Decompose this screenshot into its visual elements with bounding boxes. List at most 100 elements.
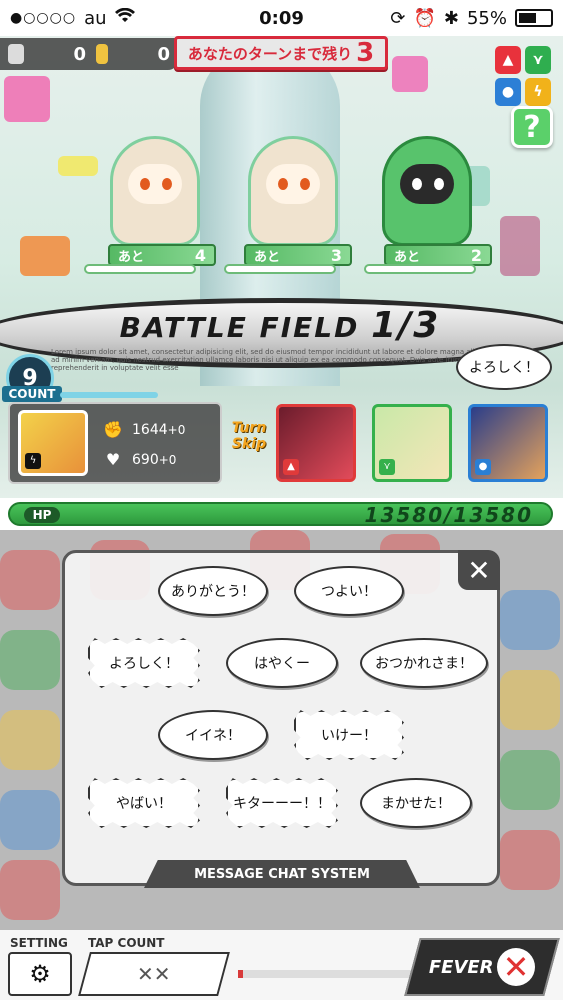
enemy-eye	[278, 178, 288, 190]
battle-field-stage: 1/3	[371, 304, 441, 346]
enemy-3-hp-bar	[364, 264, 476, 274]
setting-label: SETTING	[10, 936, 68, 950]
bottom-bar: SETTING TAP COUNT ⚙ ✕✕ FEVER ✕	[0, 930, 563, 1000]
item-counter: 0 0	[0, 38, 178, 70]
board-tile	[0, 710, 60, 770]
ato-label: あと	[394, 249, 421, 265]
board-tile	[500, 750, 560, 810]
decor-bottles	[500, 216, 540, 276]
thunder-icon: ϟ	[525, 78, 551, 106]
battle-field-lorem: Lorem ipsum dolor sit amet, consectetur …	[51, 348, 520, 372]
ally-1-portrait[interactable]: ▲	[276, 404, 356, 482]
battle-field-label: BATTLE FIELD	[119, 310, 360, 344]
enemy-3-turn-counter: あと 2	[384, 244, 492, 266]
tap-count-display: ✕✕	[78, 952, 230, 996]
enemy-1-hp-bar	[84, 264, 196, 274]
fist-icon: ✊	[103, 420, 123, 439]
enemy-2-turn-counter: あと 3	[244, 244, 352, 266]
chat-message-otsukaresama[interactable]: おつかれさま！	[360, 638, 488, 688]
ally-speech-bubble: よろしく！	[456, 344, 552, 390]
help-button[interactable]: ?	[511, 106, 553, 148]
ato-count: 4	[194, 245, 206, 265]
ally-3-portrait[interactable]: ●	[468, 404, 548, 482]
chat-message-yabai[interactable]: やばい！	[88, 778, 200, 828]
enemy-face	[128, 164, 182, 204]
close-button[interactable]: ✕	[458, 550, 500, 590]
water-icon: ●	[495, 78, 521, 106]
wifi-icon	[114, 7, 135, 28]
enemy-eye	[140, 178, 150, 190]
fever-button[interactable]: FEVER ✕	[404, 938, 560, 996]
party-row: ϟ ✊ 1644 +0 ♥ 690 +0 Turn Skip ▲ ⋎ ●	[0, 402, 563, 484]
board-tile	[0, 550, 60, 610]
board-tile	[0, 630, 60, 690]
chat-message-arigatou[interactable]: ありがとう！	[158, 566, 268, 616]
chat-message-kitaaa[interactable]: キターーー！！	[226, 778, 338, 828]
battery-icon	[515, 9, 553, 27]
attack-stat: ✊ 1644 +0	[102, 420, 185, 439]
ato-count: 3	[330, 245, 342, 265]
fever-x-icon: ✕	[497, 948, 536, 986]
board-tile	[500, 590, 560, 650]
chat-message-hayaku[interactable]: はやくー	[226, 638, 338, 688]
tap-count-empty-icon: ✕✕	[137, 962, 171, 986]
turn-skip-line1: Turn	[231, 420, 267, 436]
battle-field-title: BATTLE FIELD 1/3	[120, 305, 441, 346]
chat-system-title: MESSAGE CHAT SYSTEM	[144, 860, 420, 888]
ato-label: あと	[254, 249, 281, 265]
potion-icon	[8, 44, 24, 64]
rotation-lock-icon: ⟳	[390, 7, 406, 29]
heal-bonus: +0	[158, 452, 177, 467]
decor-block	[20, 236, 70, 276]
count-label: COUNT	[2, 386, 62, 402]
status-bar: ●○○○○ au 0:09 ⟳ ⏰ ✱ 55%	[0, 0, 563, 36]
element-chart[interactable]: ▲ ⋎ ● ϟ	[495, 46, 551, 106]
chat-message-yoroshiku[interactable]: よろしく！	[88, 638, 200, 688]
chat-message-ikee[interactable]: いけー！	[294, 710, 404, 760]
ato-label: あと	[118, 249, 145, 265]
battery-fill	[519, 13, 536, 23]
enemy-face	[266, 164, 320, 204]
hp-track: HP 13580/13580	[8, 502, 553, 526]
player-hp-bar: HP 13580/13580	[0, 498, 563, 530]
enemy-eye	[162, 178, 172, 190]
item-count-left: 0	[73, 43, 86, 65]
settings-button[interactable]: ⚙	[8, 952, 72, 996]
tap-count-label: TAP COUNT	[88, 936, 165, 950]
clock: 0:09	[259, 7, 304, 29]
hp-label: HP	[24, 507, 60, 523]
chat-message-makaseta[interactable]: まかせた！	[360, 778, 472, 828]
board-tile	[0, 790, 60, 850]
bluetooth-icon: ✱	[443, 7, 459, 29]
enemy-face	[400, 164, 454, 204]
turn-skip-button[interactable]: Turn Skip	[228, 420, 270, 468]
enemy-eye	[412, 178, 422, 190]
heal-value: 690	[132, 451, 159, 468]
ally-2-portrait[interactable]: ⋎	[372, 404, 452, 482]
fire-icon: ▲	[495, 46, 521, 74]
message-chat-modal	[62, 550, 500, 886]
board-tile	[500, 670, 560, 730]
board-tile	[500, 830, 560, 890]
turn-banner-count: 3	[356, 38, 375, 68]
item-count-right: 0	[157, 43, 170, 65]
board-tile	[0, 860, 60, 920]
player-portrait: ϟ	[18, 410, 88, 476]
attack-value: 1644	[132, 421, 168, 438]
ato-count: 2	[470, 245, 482, 265]
enemy-1[interactable]	[100, 126, 210, 256]
wind-icon: ⋎	[379, 459, 395, 475]
battle-scene: 0 0 あなたのターンまで残り 3 ▲ ⋎ ● ϟ ? あと 4 あと 3 あと…	[0, 36, 563, 536]
chat-message-iine[interactable]: イイネ！	[158, 710, 268, 760]
attack-bonus: +0	[167, 422, 186, 437]
water-icon: ●	[475, 459, 491, 475]
enemy-eye	[434, 178, 444, 190]
fever-label: FEVER	[428, 956, 494, 978]
heart-icon: ♥	[105, 450, 121, 469]
wind-icon: ⋎	[525, 46, 551, 74]
player-card[interactable]: ϟ ✊ 1644 +0 ♥ 690 +0	[8, 402, 222, 484]
enemy-3[interactable]	[372, 126, 482, 256]
enemy-eye	[300, 178, 310, 190]
chat-message-tsuyoi[interactable]: つよい！	[294, 566, 404, 616]
enemy-2[interactable]	[238, 126, 348, 256]
